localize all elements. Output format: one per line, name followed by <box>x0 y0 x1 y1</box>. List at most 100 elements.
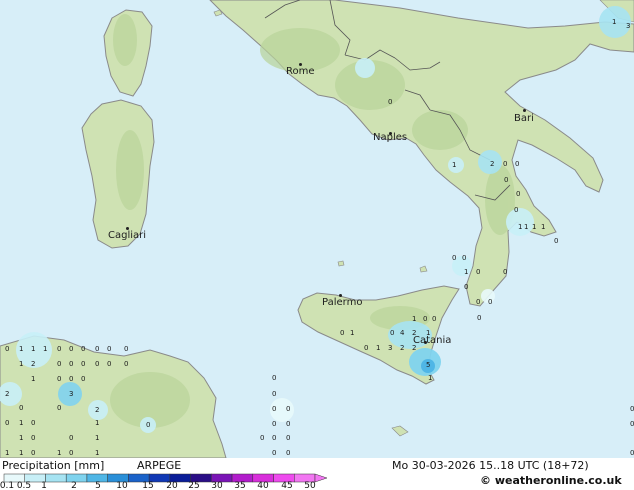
precip-value: 0 <box>81 360 85 368</box>
precip-value: 0 <box>516 190 520 198</box>
precip-value: 1 <box>95 434 99 442</box>
model-name: ARPEGE <box>137 459 182 472</box>
precip-value: 2 <box>490 160 494 168</box>
city-label-rome: Rome <box>286 66 315 77</box>
precip-value: 0 <box>464 283 468 291</box>
precip-value: 0 <box>504 176 508 184</box>
precip-value: 0 <box>272 434 276 442</box>
precip-value: 1 <box>95 419 99 427</box>
precip-value: 4 <box>400 329 405 337</box>
precip-value: 0 <box>503 268 507 276</box>
precip-value: 0 <box>69 360 73 368</box>
precip-value: 2 <box>400 344 404 352</box>
precipitation-map[interactable]: 0 1 2 0 0 0 0 0 1 1 1 1 0 0 0 1 0 0 0 0 <box>0 0 634 458</box>
scale-arrow <box>314 473 328 483</box>
precip-value: 0 <box>462 254 466 262</box>
precip-value: 3 <box>69 390 73 398</box>
precip-value: 0 <box>364 344 368 352</box>
precip-value: 1 <box>350 329 354 337</box>
precip-value: 1 <box>95 449 99 457</box>
scale-tick-label: 10 <box>116 481 128 490</box>
precip-value: 1 <box>19 419 23 427</box>
precip-value: 0 <box>69 375 73 383</box>
precip-value: 0 <box>476 268 480 276</box>
scale-tick-label: 0.5 <box>16 481 32 490</box>
scale-tick-label: 30 <box>211 481 223 490</box>
precip-value: 0 <box>272 390 276 398</box>
scale-tick-label: 35 <box>234 481 246 490</box>
precip-value: 1 <box>43 345 47 353</box>
ustica-island <box>337 260 345 267</box>
precip-value: 0 <box>514 206 518 214</box>
precip-value: 3 <box>388 344 392 352</box>
precip-value: 0 <box>57 375 61 383</box>
precip-value: 0 <box>630 420 634 428</box>
malta-island <box>391 425 409 437</box>
precip-value: 0 <box>286 434 290 442</box>
scale-tick-label: 2 <box>71 481 77 490</box>
city-label-bari: Bari <box>514 113 534 124</box>
precip-value: 1 <box>612 18 616 26</box>
precip-value: 2 <box>31 360 35 368</box>
precip-value: 1 <box>532 223 536 231</box>
precip-value: 1 <box>5 449 9 457</box>
precip-value: 0 <box>423 315 427 323</box>
scale-swatch <box>45 473 67 483</box>
precip-value: 0 <box>124 345 128 353</box>
precip-value: 0 <box>69 449 73 457</box>
scale-tick-label: 0.1 <box>0 481 15 490</box>
city-label-cagliari: Cagliari <box>108 230 147 241</box>
map-canvas: 0 1 2 0 0 0 0 0 1 1 1 1 0 0 0 1 0 0 0 0 <box>0 0 634 458</box>
precip-value: 1 <box>518 223 522 231</box>
scale-tick-label: 5 <box>95 481 101 490</box>
scale-tick-label: 20 <box>166 481 178 490</box>
precip-value: 1 <box>31 375 35 383</box>
precip-value: 0 <box>452 254 456 262</box>
precip-value: 0 <box>272 420 276 428</box>
precip-value: 0 <box>124 360 128 368</box>
precip-value: 1 <box>412 315 416 323</box>
precip-value: 0 <box>272 405 276 413</box>
precip-value: 0 <box>31 419 35 427</box>
precip-value: 0 <box>69 434 73 442</box>
city-marker-bari <box>523 109 526 112</box>
scale-tick-label: 15 <box>142 481 154 490</box>
precip-value: 0 <box>630 405 634 413</box>
precip-value: 0 <box>340 329 344 337</box>
city-label-catania: Catania <box>413 335 452 346</box>
precip-value: 0 <box>19 404 23 412</box>
precip-value: 0 <box>5 419 9 427</box>
precip-value: 0 <box>57 345 61 353</box>
precip-value: 0 <box>95 360 99 368</box>
precip-value: 0 <box>432 315 436 323</box>
precip-value: 2 <box>5 390 9 398</box>
precip-value: 0 <box>286 405 290 413</box>
precip-value: 0 <box>286 449 290 457</box>
credit-link[interactable]: © weatheronline.co.uk <box>480 474 622 487</box>
precip-value: 0 <box>388 98 392 106</box>
precip-value: 0 <box>31 434 35 442</box>
precip-value: 0 <box>272 374 276 382</box>
precip-value: 0 <box>81 375 85 383</box>
precip-value: 0 <box>630 449 634 457</box>
map-view: 0 1 2 0 0 0 0 0 1 1 1 1 0 0 0 1 0 0 0 0 <box>0 0 634 490</box>
precip-value: 0 <box>272 449 276 457</box>
precip-value: 0 <box>31 449 35 457</box>
precip-value: 1 <box>376 344 380 352</box>
precip-value: 0 <box>81 345 85 353</box>
precip-value: 0 <box>476 298 480 306</box>
forecast-datetime: Mo 30-03-2026 15..18 UTC (18+72) <box>392 459 589 472</box>
precip-value: 1 <box>31 345 35 353</box>
scale-tick-label: 1 <box>41 481 47 490</box>
precip-value: 1 <box>428 374 432 382</box>
precip-value: 0 <box>146 421 150 429</box>
precip-value: 0 <box>390 329 394 337</box>
precip-value: 1 <box>452 161 456 169</box>
precip-value: 1 <box>541 223 545 231</box>
lipari-island <box>419 265 428 273</box>
precip-value: 1 <box>57 449 61 457</box>
scale-tick-label: 40 <box>257 481 269 490</box>
precip-value: 1 <box>464 268 468 276</box>
precip-value: 0 <box>260 434 264 442</box>
precip-value: 3 <box>626 22 630 30</box>
